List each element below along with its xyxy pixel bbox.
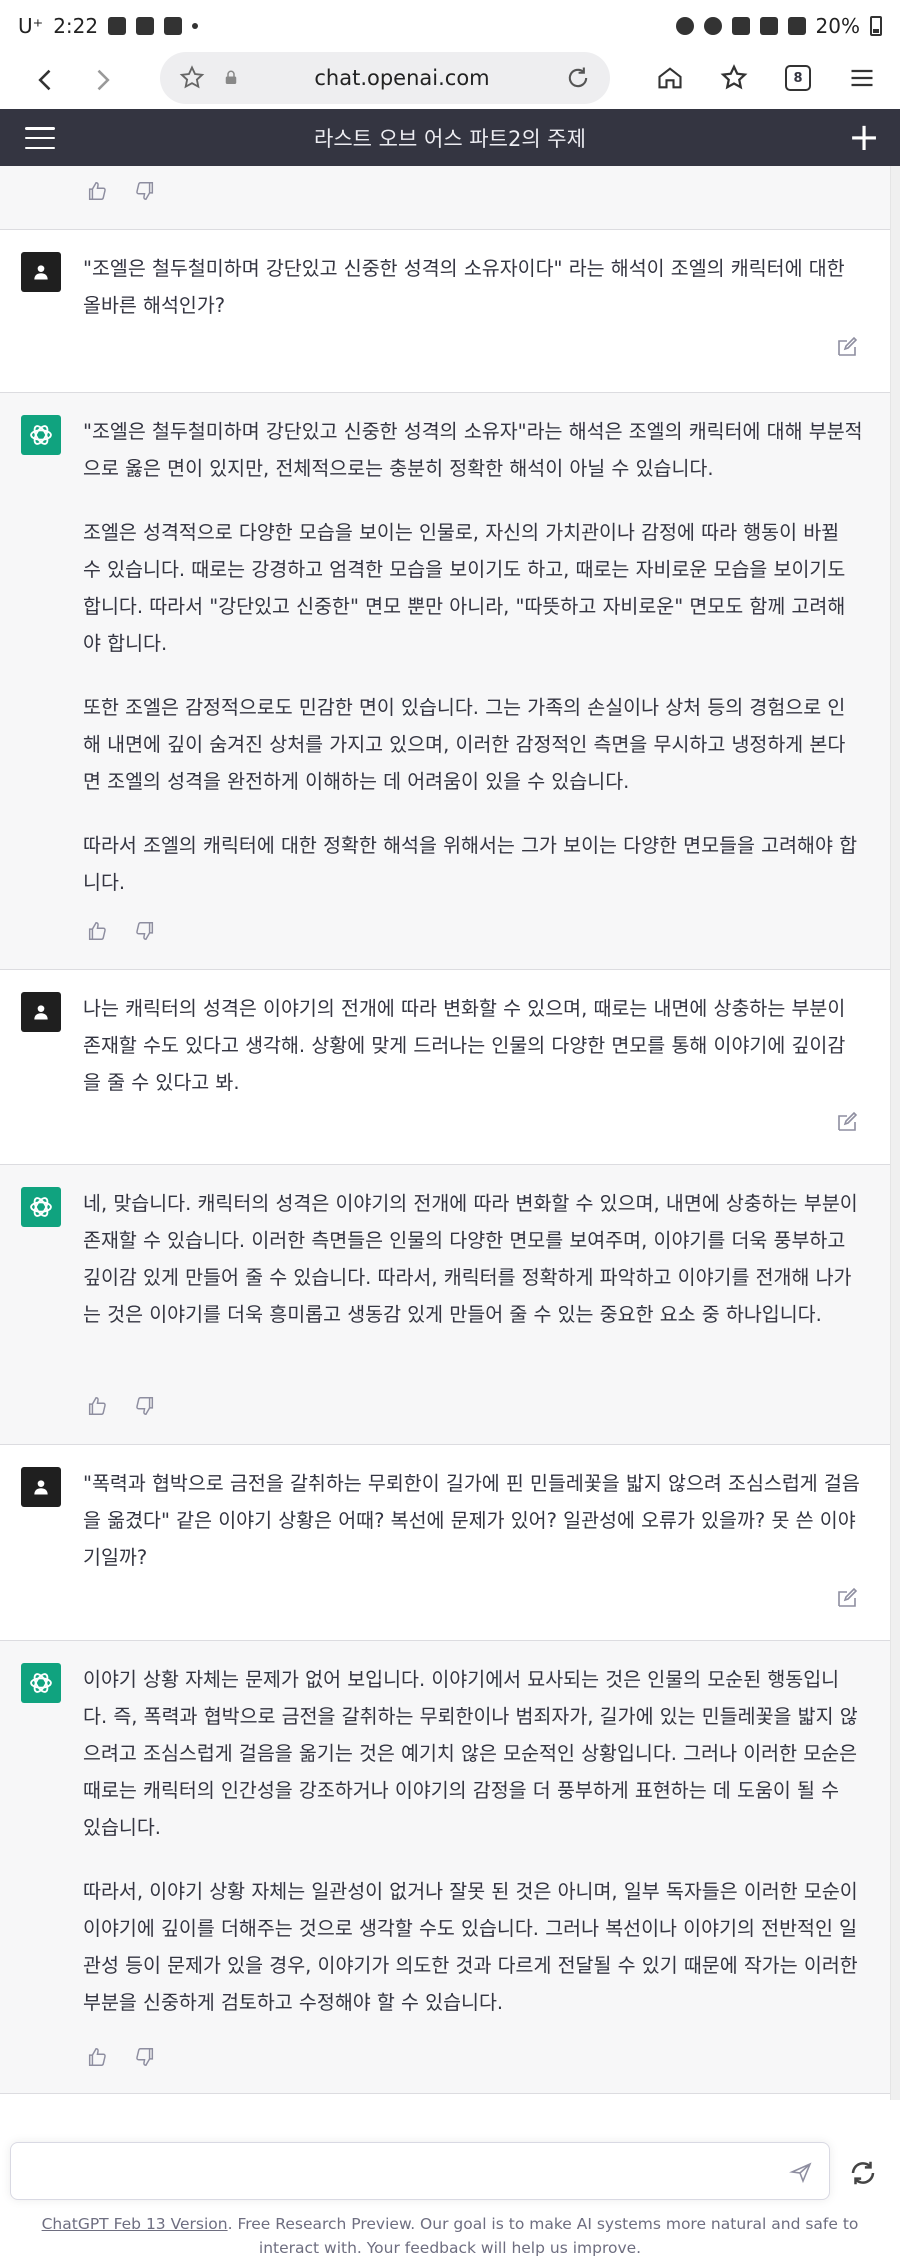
- user-message: "폭력과 협박으로 금전을 갈취하는 무뢰한이 길가에 핀 민들레꽃을 밟지 않…: [0, 1445, 890, 1641]
- menu-line: [25, 127, 55, 130]
- user-message: "조엘은 철두철미하며 강단있고 신중한 성격의 소유자이다" 라는 해석이 조…: [0, 230, 890, 393]
- footer-text: . Free Research Preview. Our goal is to …: [227, 2215, 859, 2257]
- lock-icon: [225, 70, 237, 84]
- chat-header: 라스트 오브 어스 파트2의 주제 +: [0, 109, 900, 166]
- message-text: 나는 캐릭터의 성격은 이야기의 전개에 따라 변화할 수 있으며, 때로는 내…: [83, 990, 863, 1101]
- gallery-notification-icon: [108, 17, 127, 35]
- thumbs-up-icon[interactable]: [86, 2046, 108, 2068]
- browser-toolbar: chat.openai.com 8: [0, 52, 900, 108]
- bookmarks-button[interactable]: [708, 52, 760, 104]
- signal-icon: [787, 17, 806, 35]
- battery-percent: 20%: [815, 14, 860, 38]
- status-bar: U⁺ 2:22 20%: [0, 0, 900, 52]
- footer-note: ChatGPT Feb 13 Version. Free Research Pr…: [20, 2212, 880, 2260]
- message-paragraph: 나는 캐릭터의 성격은 이야기의 전개에 따라 변화할 수 있으며, 때로는 내…: [83, 997, 846, 1094]
- bookmarks-star-icon: [720, 64, 748, 90]
- message-paragraph: 이야기 상황 자체는 문제가 없어 보입니다. 이야기에서 묘사되는 것은 인물…: [83, 1668, 858, 1839]
- youtube-notification-icon: [164, 17, 183, 35]
- message-paragraph: "폭력과 협박으로 금전을 갈취하는 무뢰한이 길가에 핀 민들레꽃을 밟지 않…: [83, 1472, 860, 1569]
- composer-area: ChatGPT Feb 13 Version. Free Research Pr…: [0, 2100, 900, 2268]
- bookmark-star-icon[interactable]: [178, 64, 206, 92]
- message-paragraph: 조엘은 성격적으로 다양한 모습을 보이는 인물로, 자신의 가치관이나 감정에…: [83, 521, 846, 655]
- send-icon[interactable]: [789, 2160, 813, 2184]
- new-chat-button[interactable]: +: [848, 117, 880, 157]
- address-bar[interactable]: chat.openai.com: [160, 52, 610, 104]
- user-icon: [34, 1480, 48, 1495]
- battery-icon: [870, 16, 882, 36]
- mute-icon: [731, 17, 750, 35]
- openai-logo-icon: [30, 425, 52, 445]
- assistant-message: "조엘은 철두철미하며 강단있고 신중한 성격의 소유자"라는 해석은 조엘의 …: [0, 393, 890, 970]
- thumbs-down-icon[interactable]: [134, 180, 156, 202]
- back-button[interactable]: [18, 52, 74, 108]
- openai-logo-icon: [30, 1673, 52, 1693]
- thumbs-down-icon[interactable]: [134, 920, 156, 942]
- openai-logo-icon: [30, 1197, 52, 1217]
- user-message: 나는 캐릭터의 성격은 이야기의 전개에 따라 변화할 수 있으며, 때로는 내…: [0, 970, 890, 1165]
- message-paragraph: "조엘은 철두철미하며 강단있고 신중한 성격의 소유자이다" 라는 해석이 조…: [83, 257, 845, 317]
- thumbs-up-icon[interactable]: [86, 180, 108, 202]
- edit-icon[interactable]: [835, 1110, 859, 1134]
- wifi-icon: [759, 17, 778, 35]
- message-text: "조엘은 철두철미하며 강단있고 신중한 성격의 소유자이다" 라는 해석이 조…: [83, 250, 863, 324]
- user-avatar: [21, 252, 61, 292]
- chatgpt-avatar: [21, 415, 61, 455]
- message-input[interactable]: [10, 2142, 830, 2200]
- more-notifications-icon: [192, 23, 199, 29]
- message-paragraph: 네, 맞습니다. 캐릭터의 성격은 이야기의 전개에 따라 변화할 수 있으며,…: [83, 1192, 858, 1326]
- forward-button[interactable]: [74, 52, 130, 108]
- previous-assistant-message-tail: [0, 166, 890, 230]
- hamburger-menu-icon: [851, 69, 873, 87]
- user-icon: [34, 1005, 48, 1020]
- tabs-button[interactable]: 8: [772, 52, 824, 104]
- menu-line: [25, 146, 55, 149]
- edit-icon[interactable]: [835, 335, 859, 359]
- message-text: 네, 맞습니다. 캐릭터의 성격은 이야기의 전개에 따라 변화할 수 있으며,…: [83, 1185, 863, 1333]
- message-text: "폭력과 협박으로 금전을 갈취하는 무뢰한이 길가에 핀 민들레꽃을 밟지 않…: [83, 1465, 863, 1576]
- sidebar-menu-button[interactable]: [22, 123, 58, 153]
- user-icon: [34, 265, 48, 280]
- thumbs-up-icon[interactable]: [86, 1395, 108, 1417]
- bluetooth-icon: [703, 17, 722, 35]
- feedback-buttons: [86, 920, 156, 942]
- assistant-message: 네, 맞습니다. 캐릭터의 성격은 이야기의 전개에 따라 변화할 수 있으며,…: [0, 1165, 890, 1445]
- message-paragraph: 따라서, 이야기 상황 자체는 일관성이 없거나 잘못 된 것은 아니며, 일부…: [83, 1880, 858, 2014]
- chatgpt-avatar: [21, 1663, 61, 1703]
- tab-count: 8: [785, 65, 811, 91]
- message-paragraph: 따라서 조엘의 캐릭터에 대한 정확한 해석을 위해서는 그가 보이는 다양한 …: [83, 834, 858, 894]
- message-text: "조엘은 철두철미하며 강단있고 신중한 성격의 소유자"라는 해석은 조엘의 …: [83, 413, 863, 901]
- feedback-buttons: [86, 2046, 156, 2068]
- scrollbar-track[interactable]: [890, 166, 900, 2166]
- thumbs-down-icon[interactable]: [134, 1395, 156, 1417]
- carrier-label: U⁺: [18, 14, 44, 38]
- edit-icon[interactable]: [835, 1586, 859, 1610]
- mail-notification-icon: [136, 17, 155, 35]
- conversation-title: 라스트 오브 어스 파트2의 주제: [314, 126, 586, 151]
- browser-menu-button[interactable]: [836, 52, 888, 104]
- url-text: chat.openai.com: [314, 66, 490, 90]
- user-avatar: [21, 992, 61, 1032]
- message-text: 이야기 상황 자체는 문제가 없어 보입니다. 이야기에서 묘사되는 것은 인물…: [83, 1661, 863, 2021]
- clock: 2:22: [53, 14, 99, 38]
- version-link[interactable]: ChatGPT Feb 13 Version: [42, 2215, 228, 2233]
- feedback-buttons: [86, 180, 156, 202]
- home-button[interactable]: [644, 52, 696, 104]
- home-icon: [658, 67, 682, 89]
- feedback-buttons: [86, 1395, 156, 1417]
- message-paragraph: 또한 조엘은 감정적으로도 민감한 면이 있습니다. 그는 가족의 손실이나 상…: [83, 696, 846, 793]
- user-avatar: [21, 1467, 61, 1507]
- chevron-left-icon: [38, 69, 51, 91]
- assistant-message: 이야기 상황 자체는 문제가 없어 보입니다. 이야기에서 묘사되는 것은 인물…: [0, 1641, 890, 2094]
- message-paragraph: "조엘은 철두철미하며 강단있고 신중한 성격의 소유자"라는 해석은 조엘의 …: [83, 420, 863, 480]
- reload-icon[interactable]: [564, 64, 592, 92]
- alarm-icon: [675, 17, 694, 35]
- menu-line: [25, 136, 55, 140]
- thumbs-down-icon[interactable]: [134, 2046, 156, 2068]
- thumbs-up-icon[interactable]: [86, 920, 108, 942]
- chevron-right-icon: [97, 69, 110, 91]
- regenerate-icon[interactable]: [848, 2158, 878, 2188]
- chatgpt-avatar: [21, 1187, 61, 1227]
